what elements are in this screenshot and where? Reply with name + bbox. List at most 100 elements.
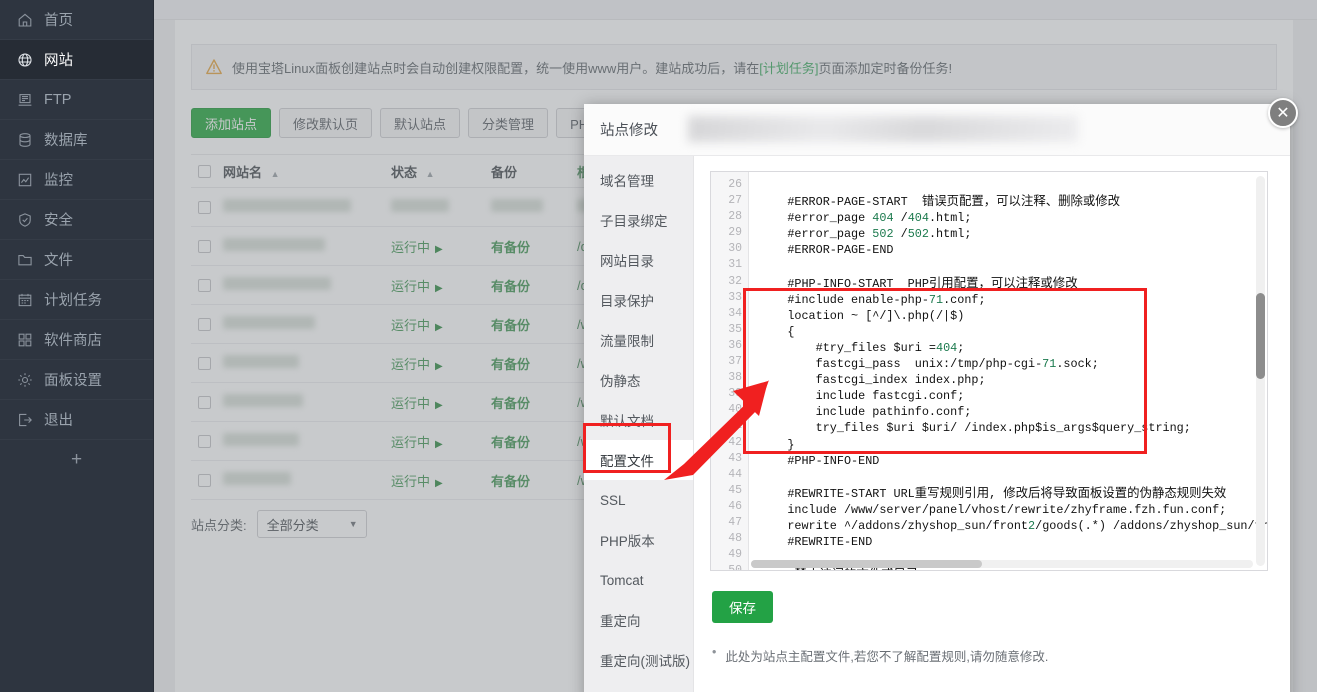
editor-horizontal-scroll-thumb[interactable] xyxy=(751,560,982,568)
cell-site-name xyxy=(223,238,391,254)
sort-asc-icon-state[interactable]: ▲ xyxy=(426,169,435,179)
editor-line-numbers: 26 27 28 29 30 31 32 33 34 35 36 37 38 39 40 41 42 43 44 45… xyxy=(711,172,749,570)
dialog-menu-item-0[interactable]: 域名管理 xyxy=(584,160,693,200)
cron-task-link[interactable]: [计划任务] xyxy=(759,58,818,77)
editor-vertical-scroll-thumb[interactable] xyxy=(1256,293,1265,379)
line-number: 47 xyxy=(728,515,742,529)
bullet-icon: • xyxy=(712,645,717,659)
line-number: 43 xyxy=(728,451,742,465)
cell-site-name xyxy=(223,199,391,215)
row-checkbox[interactable] xyxy=(198,278,211,292)
dialog-menu-item-6[interactable]: 默认文档 xyxy=(584,400,693,440)
banner-text-after: 页面添加定时备份任务! xyxy=(818,60,953,76)
dialog-menu-item-1[interactable]: 子目录绑定 xyxy=(584,200,693,240)
code-line: #ERROR-PAGE-END xyxy=(759,243,894,258)
toolbar-button-3[interactable]: 分类管理 xyxy=(468,108,549,138)
dialog-title-bar: 站点修改 xyxy=(584,104,1290,156)
row-checkbox[interactable] xyxy=(198,200,211,214)
sidebar-item-8[interactable]: 软件商店 xyxy=(0,320,153,360)
redacted-domain xyxy=(688,116,1078,142)
editor-code[interactable]: #ERROR-PAGE-START 错误页配置，可以注释、删除或修改 #erro… xyxy=(749,172,1267,570)
config-editor[interactable]: 26 27 28 29 30 31 32 33 34 35 36 37 38 39 40 41 42 43 44 45… xyxy=(710,171,1268,571)
dialog-menu-item-8[interactable]: SSL xyxy=(584,480,693,520)
sidebar-item-9[interactable]: 面板设置 xyxy=(0,360,153,400)
dialog-menu-item-label: 域名管理 xyxy=(600,174,654,189)
play-icon[interactable]: ▶ xyxy=(435,439,443,450)
state-label: 运行中 xyxy=(391,434,431,450)
col-header-backup: 备份 xyxy=(491,164,518,180)
sidebar-add-button[interactable]: + xyxy=(0,440,153,480)
top-strip xyxy=(154,0,1317,20)
dialog-menu-item-4[interactable]: 流量限制 xyxy=(584,320,693,360)
dialog-menu-item-label: 流量限制 xyxy=(600,334,654,349)
col-header-name[interactable]: 网站名 ▲ xyxy=(223,162,391,181)
toolbar-button-2[interactable]: 默认站点 xyxy=(380,108,461,138)
sidebar-item-6[interactable]: 文件 xyxy=(0,240,153,280)
sort-asc-icon[interactable]: ▲ xyxy=(271,169,280,179)
sidebar-item-10[interactable]: 退出 xyxy=(0,400,153,440)
close-icon[interactable]: ✕ xyxy=(1268,98,1298,128)
play-icon[interactable]: ▶ xyxy=(435,322,443,333)
line-number: 26 xyxy=(728,178,742,191)
backup-label: 有备份 xyxy=(491,317,531,333)
toolbar-button-1[interactable]: 修改默认页 xyxy=(279,108,373,138)
calendar-icon xyxy=(16,291,33,308)
row-checkbox[interactable] xyxy=(198,395,211,409)
home-icon xyxy=(16,11,33,28)
code-line: try_files $uri $uri/ /index.php$is_args$… xyxy=(759,421,1191,436)
sidebar-item-5[interactable]: 安全 xyxy=(0,200,153,240)
dialog-menu-item-label: Tomcat xyxy=(600,572,644,588)
cell-site-name xyxy=(223,394,391,410)
save-button[interactable]: 保存 xyxy=(712,591,773,623)
cell-state: 运行中 ▶ xyxy=(391,354,491,373)
play-icon[interactable]: ▶ xyxy=(435,244,443,255)
sidebar-item-4[interactable]: 监控 xyxy=(0,160,153,200)
cell-state xyxy=(391,199,491,215)
dialog-menu-item-2[interactable]: 网站目录 xyxy=(584,240,693,280)
dialog-content: 26 27 28 29 30 31 32 33 34 35 36 37 38 39 40 41 42 43 44 45… xyxy=(694,156,1290,692)
dialog-menu-item-5[interactable]: 伪静态 xyxy=(584,360,693,400)
dialog-menu-item-3[interactable]: 目录保护 xyxy=(584,280,693,320)
sidebar-item-2[interactable]: FTP xyxy=(0,80,153,120)
editor-horizontal-scrollbar[interactable] xyxy=(751,560,1253,568)
chevron-down-icon: ▼ xyxy=(348,519,358,529)
play-icon[interactable]: ▶ xyxy=(435,361,443,372)
col-header-state[interactable]: 状态 ▲ xyxy=(391,162,491,181)
sidebar-item-label: 安全 xyxy=(44,213,73,229)
sidebar-item-label: 首页 xyxy=(44,13,73,29)
state-label: 运行中 xyxy=(391,278,431,294)
code-line: #REWRITE-END xyxy=(759,535,873,550)
gear-icon xyxy=(16,371,33,388)
select-all-checkbox[interactable] xyxy=(198,164,211,178)
cell-site-name xyxy=(223,355,391,371)
editor-vertical-scrollbar[interactable] xyxy=(1256,176,1265,566)
row-checkbox[interactable] xyxy=(198,239,211,253)
dialog-menu-item-13[interactable]: 反向代理 xyxy=(584,680,693,692)
play-icon[interactable]: ▶ xyxy=(435,478,443,489)
category-select[interactable]: 全部分类 ▼ xyxy=(256,510,367,538)
dialog-menu-item-12[interactable]: 重定向(测试版) xyxy=(584,640,693,680)
dialog-menu-item-10[interactable]: Tomcat xyxy=(584,560,693,600)
dialog-menu-item-11[interactable]: 重定向 xyxy=(584,600,693,640)
sidebar-item-7[interactable]: 计划任务 xyxy=(0,280,153,320)
play-icon[interactable]: ▶ xyxy=(435,283,443,294)
backup-label: 有备份 xyxy=(491,356,531,372)
dialog-menu-item-9[interactable]: PHP版本 xyxy=(584,520,693,560)
row-checkbox[interactable] xyxy=(198,434,211,448)
sidebar-item-0[interactable]: 首页 xyxy=(0,0,153,40)
backup-label: 有备份 xyxy=(491,473,531,489)
dialog-menu-item-label: SSL xyxy=(600,492,626,508)
sidebar-item-3[interactable]: 数据库 xyxy=(0,120,153,160)
chart-icon xyxy=(16,171,33,188)
redacted-backup xyxy=(491,199,543,212)
row-checkbox[interactable] xyxy=(198,317,211,331)
row-checkbox[interactable] xyxy=(198,473,211,487)
row-checkbox[interactable] xyxy=(198,356,211,370)
play-icon[interactable]: ▶ xyxy=(435,400,443,411)
sidebar-item-1[interactable]: 网站 xyxy=(0,40,153,80)
col-header-state-label: 状态 xyxy=(391,164,418,180)
dialog-menu-item-7[interactable]: 配置文件 xyxy=(584,440,693,480)
code-line: fastcgi_index index.php; xyxy=(759,373,986,388)
cell-site-name xyxy=(223,316,391,332)
toolbar-button-0[interactable]: 添加站点 xyxy=(191,108,272,138)
